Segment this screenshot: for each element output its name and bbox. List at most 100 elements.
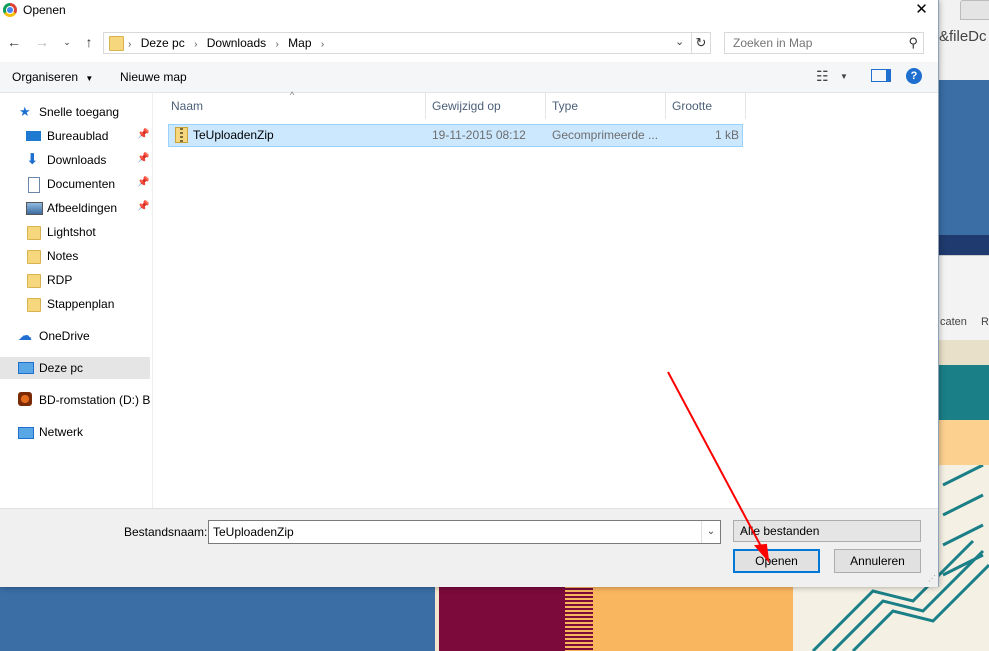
column-header-size-label: Grootte	[672, 99, 713, 113]
filename-input[interactable]	[209, 521, 693, 543]
file-name: TeUploadenZip	[193, 128, 274, 142]
nav-label: OneDrive	[39, 329, 90, 343]
chrome-icon	[3, 3, 17, 17]
cancel-button[interactable]: Annuleren	[834, 549, 921, 573]
help-icon[interactable]: ?	[906, 68, 922, 84]
breadcrumb-separator[interactable]: ›	[321, 39, 324, 50]
view-chevron-down-icon[interactable]: ▼	[840, 72, 848, 81]
organize-label: Organiseren	[12, 70, 79, 84]
nav-item-rdp[interactable]: RDP	[0, 269, 150, 291]
address-dropdown-icon[interactable]: ⌄	[675, 35, 684, 48]
forward-arrow-icon[interactable]: →	[33, 33, 51, 51]
nav-item-documenten[interactable]: Documenten 📌	[0, 173, 150, 195]
nav-item-stappenplan[interactable]: Stappenplan	[0, 293, 150, 315]
address-bar[interactable]: › Deze pc › Downloads › Map › ⌄	[103, 32, 692, 54]
refresh-icon[interactable]: ↻	[692, 32, 711, 54]
breadcrumb-deze-pc[interactable]: Deze pc	[141, 36, 185, 50]
zip-folder-icon	[175, 127, 188, 143]
bg-dark-band	[938, 235, 989, 255]
view-options-icon[interactable]: ☷	[816, 68, 829, 85]
breadcrumb-separator[interactable]: ›	[194, 39, 197, 50]
bg-maroon-block	[435, 586, 569, 651]
file-list: ^ Naam Gewijzigd op Type Grootte TeUploa…	[153, 90, 938, 508]
up-arrow-icon[interactable]: ↑	[80, 33, 98, 51]
browser-tab[interactable]	[960, 0, 989, 20]
file-row[interactable]: TeUploadenZip 19-11-2015 08:12 Gecomprim…	[168, 124, 743, 147]
nav-item-bureaublad[interactable]: Bureaublad 📌	[0, 125, 150, 147]
column-header-modified-label: Gewijzigd op	[432, 99, 501, 113]
folder-icon	[27, 226, 41, 240]
bg-toolbar	[938, 255, 989, 341]
breadcrumb: › Deze pc › Downloads › Map ›	[128, 36, 330, 50]
folder-icon	[27, 250, 41, 264]
nav-label: RDP	[47, 273, 73, 287]
nav-label: Stappenplan	[47, 297, 115, 311]
breadcrumb-map[interactable]: Map	[288, 36, 311, 50]
file-type: Gecomprimeerde ...	[552, 128, 659, 142]
column-header-name[interactable]: Naam	[166, 93, 426, 119]
search-icon[interactable]: ⚲	[908, 35, 918, 51]
file-type-select[interactable]: Alle bestanden ⌄	[733, 520, 921, 542]
bg-teal-band	[938, 365, 989, 420]
new-folder-button[interactable]: Nieuwe map	[120, 70, 187, 84]
navigation-row: ← → ⌄ ↑ › Deze pc › Downloads › Map › ⌄ …	[0, 28, 938, 58]
nav-item-deze-pc[interactable]: Deze pc	[0, 357, 150, 379]
breadcrumb-downloads[interactable]: Downloads	[207, 36, 266, 50]
nav-item-netwerk[interactable]: Netwerk	[0, 421, 150, 443]
browser-url-fragment[interactable]: &fileDc	[939, 28, 987, 45]
dialog-title: Openen	[23, 3, 66, 17]
dialog-footer: Bestandsnaam: ⌄ Alle bestanden ⌄ Openen …	[0, 508, 938, 587]
filename-label: Bestandsnaam:	[124, 525, 208, 539]
pictures-icon	[26, 202, 43, 215]
nav-item-afbeeldingen[interactable]: Afbeeldingen 📌	[0, 197, 150, 219]
nav-label: Documenten	[47, 177, 116, 191]
folder-icon	[109, 36, 124, 51]
bg-beige-strip	[938, 340, 989, 365]
nav-item-onedrive[interactable]: ☁ OneDrive	[0, 325, 150, 347]
back-arrow-icon[interactable]: ←	[5, 33, 23, 51]
column-header-size[interactable]: Grootte	[667, 93, 746, 119]
nav-quick-access[interactable]: ★ Snelle toegang	[0, 101, 150, 123]
nav-item-downloads[interactable]: ⬇ Downloads 📌	[0, 149, 150, 171]
nav-label: Afbeeldingen	[47, 201, 118, 215]
desktop-icon	[26, 131, 41, 141]
resize-grip-icon[interactable]: ⋰	[928, 574, 936, 583]
bg-blue-panel	[938, 80, 989, 235]
pin-icon: 📌	[137, 177, 150, 188]
disc-drive-icon	[18, 392, 32, 406]
nav-label: Snelle toegang	[39, 105, 120, 119]
nav-item-notes[interactable]: Notes	[0, 245, 150, 267]
organize-menu[interactable]: Organiseren ▼	[12, 70, 93, 84]
nav-label: BD-romstation (D:) B	[39, 393, 151, 407]
search-box[interactable]: ⚲	[724, 32, 924, 54]
network-icon	[18, 427, 34, 439]
file-modified: 19-11-2015 08:12	[432, 128, 526, 142]
bg-orange-block	[593, 586, 793, 651]
nav-label: Notes	[47, 249, 79, 263]
column-header-type[interactable]: Type	[547, 93, 666, 119]
nav-label: Downloads	[47, 153, 107, 167]
computer-icon	[18, 362, 34, 374]
download-icon: ⬇	[26, 151, 39, 168]
pin-icon: 📌	[137, 153, 150, 164]
filename-field[interactable]: ⌄	[208, 520, 721, 544]
breadcrumb-separator[interactable]: ›	[275, 39, 278, 50]
cloud-icon: ☁	[18, 327, 32, 343]
column-header-modified[interactable]: Gewijzigd op	[427, 93, 546, 119]
nav-item-bd-romstation[interactable]: BD-romstation (D:) B	[0, 389, 150, 411]
pin-icon: 📌	[137, 201, 150, 212]
breadcrumb-separator: ›	[128, 39, 132, 50]
search-input[interactable]	[725, 33, 903, 53]
preview-pane-icon[interactable]	[871, 69, 891, 82]
bg-orange-band	[938, 420, 989, 465]
open-file-dialog: Openen ✕ ← → ⌄ ↑ › Deze pc › Downloads ›…	[0, 0, 939, 587]
nav-item-lightshot[interactable]: Lightshot	[0, 221, 150, 243]
open-button[interactable]: Openen	[733, 549, 820, 573]
filename-dropdown-icon[interactable]: ⌄	[701, 521, 720, 543]
column-header-name-label: Naam	[171, 99, 204, 113]
recent-locations-chevron-icon[interactable]: ⌄	[58, 33, 76, 51]
nav-label: Deze pc	[39, 361, 84, 375]
command-bar: Organiseren ▼ Nieuwe map ☷ ▼ ?	[0, 62, 938, 93]
bg-blue-bottom	[0, 586, 435, 651]
close-button[interactable]: ✕	[905, 0, 938, 22]
